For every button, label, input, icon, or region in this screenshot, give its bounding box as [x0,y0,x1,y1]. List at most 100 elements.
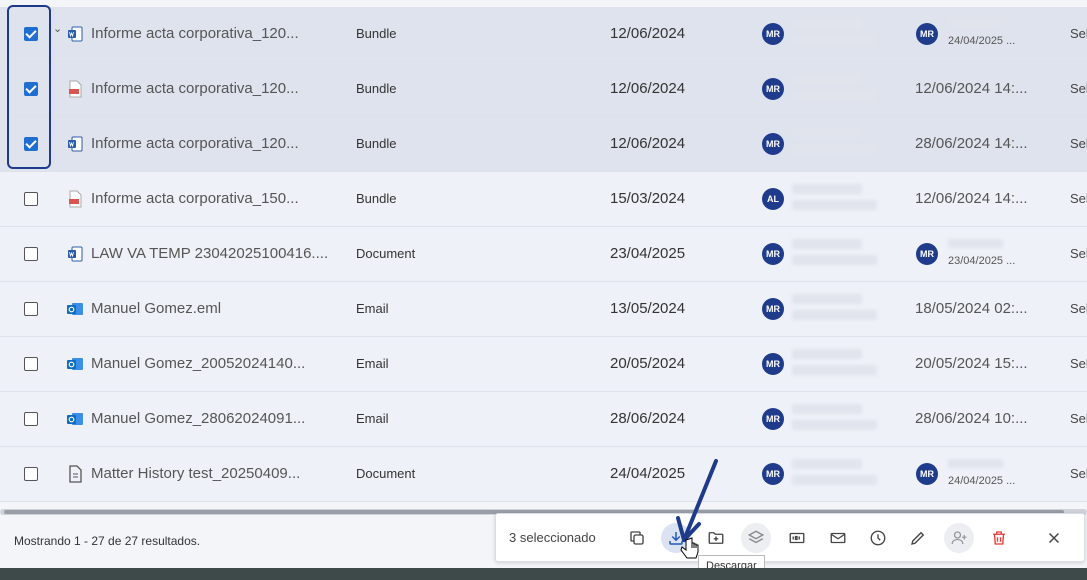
status-cell: Sel [1070,356,1087,371]
modified-date: 28/06/2024 14:... [915,135,1028,152]
file-type: Email [356,301,389,316]
table-row[interactable]: Informe acta corporativa_150... Bundle 15/… [0,172,1087,227]
assign-user-button[interactable] [944,523,974,553]
close-button[interactable] [1039,523,1069,553]
selected-count: 3 seleccionado [509,530,596,545]
clock-icon [870,530,886,546]
status-cell: Sel [1070,411,1087,426]
modified-date: 23/04/2025 ... [948,255,1016,267]
chevron-down-icon[interactable]: ⌄ [53,22,62,35]
redacted-owner-email [792,365,877,375]
edit-button[interactable] [903,523,933,553]
table-row[interactable]: Manuel Gomez_20052024140... Email 20/05/20… [0,337,1087,392]
selection-action-bar: 3 seleccionado [495,513,1085,562]
file-name[interactable]: LAW VA TEMP 23042025100416.... [91,245,328,262]
modifier-avatar: MR [916,243,938,265]
file-date: 13/05/2024 [610,300,686,317]
file-name[interactable]: Manuel Gomez.eml [91,300,221,317]
redacted-owner-email [792,200,877,210]
word-icon [67,245,83,263]
copy-button[interactable] [622,523,652,553]
status-cell: Sel [1070,191,1087,206]
owner-avatar: AL [762,188,784,210]
email-button[interactable] [823,523,853,553]
redacted-owner-name [792,459,862,469]
download-icon [669,532,683,545]
owner-avatar: MR [762,243,784,265]
owner-avatar: MR [762,353,784,375]
ocr-button[interactable] [782,523,812,553]
trash-icon [993,531,1005,545]
redacted-owner-name [792,239,862,249]
file-type: Bundle [356,136,397,151]
file-type: Email [356,356,389,371]
table-row[interactable]: Informe acta corporativa_120... Bundle 12/… [0,117,1087,172]
results-count: Mostrando 1 - 27 de 27 resultados. [14,534,201,548]
status-cell: Sel [1070,466,1087,481]
pdf-icon [67,190,83,208]
owner-avatar: MR [762,408,784,430]
move-to-folder-button[interactable] [701,523,731,553]
redacted-owner-name [792,19,862,29]
table-row[interactable]: Informe acta corporativa_120... Bundle 12/… [0,62,1087,117]
copy-icon [630,531,644,545]
bundle-button[interactable] [741,523,771,553]
file-date: 20/05/2024 [610,355,686,372]
table-row[interactable]: Matter History test_20250409... Document 2… [0,447,1087,502]
file-name[interactable]: Informe acta corporativa_120... [91,80,299,97]
scan-icon [789,532,805,544]
selection-highlight [7,5,51,169]
row-checkbox[interactable] [24,192,38,206]
outlook-icon [67,410,83,428]
file-date: 12/06/2024 [610,135,686,152]
file-type: Document [356,246,416,261]
row-checkbox[interactable] [24,302,38,316]
redacted-owner-name [792,74,862,84]
file-name[interactable]: Informe acta corporativa_120... [91,135,299,152]
table-row[interactable]: Manuel Gomez_28062024091... Email 28/06/20… [0,392,1087,447]
file-type: Email [356,411,389,426]
user-plus-icon [951,531,967,545]
file-name[interactable]: Informe acta corporativa_120... [91,25,299,42]
word-icon [67,135,83,153]
file-type: Document [356,466,416,481]
table-row[interactable]: Manuel Gomez.eml Email 13/05/2024 MR 18/05/2… [0,282,1087,337]
status-cell: Sel [1070,81,1087,96]
layers-icon [747,530,765,544]
file-type: Bundle [356,26,397,41]
delete-button[interactable] [984,523,1014,553]
status-cell: Sel [1070,246,1087,261]
redacted-owner-name [792,129,862,139]
file-name[interactable]: Matter History test_20250409... [91,465,300,482]
taskbar [0,568,1087,580]
envelope-icon [830,532,846,544]
document-icon [67,465,83,483]
history-button[interactable] [863,523,893,553]
redacted-modifier-name [948,239,1003,248]
owner-avatar: MR [762,78,784,100]
redacted-owner-email [792,255,877,265]
file-name[interactable]: Manuel Gomez_28062024091... [91,410,305,427]
download-button[interactable] [661,523,691,553]
file-date: 23/04/2025 [610,245,686,262]
redacted-owner-email [792,310,877,320]
row-checkbox[interactable] [24,357,38,371]
redacted-owner-name [792,404,862,414]
documents-table: ⌄ Informe acta corporativa_120... Bundle 12… [0,7,1087,502]
file-type: Bundle [356,81,397,96]
redacted-owner-name [792,294,862,304]
row-checkbox[interactable] [24,467,38,481]
table-row[interactable]: ⌄ Informe acta corporativa_120... Bundle 12… [0,7,1087,62]
outlook-icon [67,300,83,318]
table-row[interactable]: LAW VA TEMP 23042025100416.... Document 23… [0,227,1087,282]
owner-avatar: MR [762,298,784,320]
file-date: 12/06/2024 [610,25,686,42]
modified-date: 24/04/2025 ... [948,35,1016,47]
modifier-avatar: MR [916,23,938,45]
file-name[interactable]: Informe acta corporativa_150... [91,190,299,207]
close-icon [1048,532,1060,544]
row-checkbox[interactable] [24,247,38,261]
file-name[interactable]: Manuel Gomez_20052024140... [91,355,305,372]
status-cell: Sel [1070,136,1087,151]
row-checkbox[interactable] [24,412,38,426]
